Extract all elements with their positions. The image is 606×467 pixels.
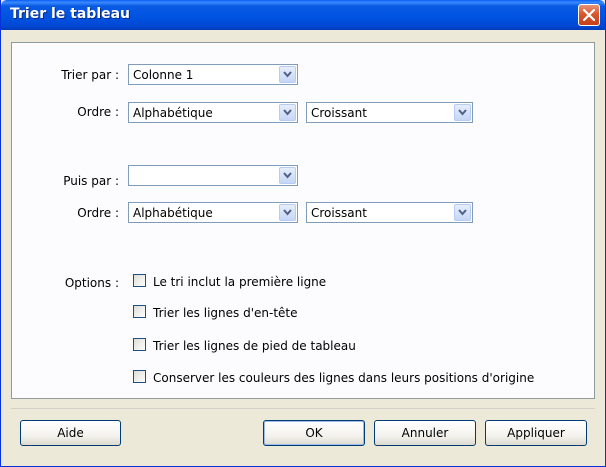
sort-footer-rows-checkbox[interactable] bbox=[133, 338, 146, 351]
chevron-down-icon[interactable] bbox=[279, 66, 296, 83]
sort-header-rows-checkbox[interactable] bbox=[133, 305, 146, 318]
help-button[interactable]: Aide bbox=[20, 420, 121, 446]
sort-by-column-value: Colonne 1 bbox=[133, 68, 194, 82]
order-label-1: Ordre : bbox=[77, 105, 119, 119]
order-label-2: Ordre : bbox=[77, 206, 119, 220]
chevron-down-icon[interactable] bbox=[454, 104, 471, 121]
sort-direction-select-2[interactable]: Croissant bbox=[306, 202, 473, 223]
footer-divider bbox=[11, 408, 595, 409]
then-by-label: Puis par : bbox=[63, 174, 119, 188]
sort-type-value-2: Alphabétique bbox=[133, 206, 213, 220]
sort-direction-value-1: Croissant bbox=[311, 106, 367, 120]
sort-type-select-2[interactable]: Alphabétique bbox=[128, 202, 298, 223]
sort-direction-value-2: Croissant bbox=[311, 206, 367, 220]
include-first-row-label[interactable]: Le tri inclut la première ligne bbox=[153, 275, 326, 289]
sort-table-dialog: Trier le tableau Trier par : Colonne 1 O… bbox=[0, 0, 606, 467]
chevron-down-icon[interactable] bbox=[279, 167, 296, 184]
close-icon bbox=[583, 9, 595, 21]
chevron-down-icon[interactable] bbox=[279, 104, 296, 121]
window-title: Trier le tableau bbox=[10, 6, 131, 22]
sort-footer-rows-label[interactable]: Trier les lignes de pied de tableau bbox=[153, 339, 356, 353]
close-button[interactable] bbox=[578, 4, 600, 26]
sort-direction-select-1[interactable]: Croissant bbox=[306, 102, 473, 123]
ok-button[interactable]: OK bbox=[263, 420, 365, 446]
title-bar[interactable]: Trier le tableau bbox=[1, 0, 605, 30]
cancel-button[interactable]: Annuler bbox=[374, 420, 476, 446]
sort-header-rows-label[interactable]: Trier les lignes d'en-tête bbox=[153, 306, 298, 320]
chevron-down-icon[interactable] bbox=[279, 204, 296, 221]
sort-type-select-1[interactable]: Alphabétique bbox=[128, 102, 298, 123]
include-first-row-checkbox[interactable] bbox=[133, 274, 146, 287]
apply-button[interactable]: Appliquer bbox=[485, 420, 587, 446]
sort-by-label: Trier par : bbox=[61, 68, 119, 82]
keep-row-colors-checkbox[interactable] bbox=[133, 370, 146, 383]
chevron-down-icon[interactable] bbox=[454, 204, 471, 221]
then-by-column-select[interactable] bbox=[128, 165, 298, 186]
keep-row-colors-label[interactable]: Conserver les couleurs des lignes dans l… bbox=[153, 371, 534, 385]
sort-by-column-select[interactable]: Colonne 1 bbox=[128, 64, 298, 85]
sort-type-value-1: Alphabétique bbox=[133, 106, 213, 120]
options-label: Options : bbox=[64, 276, 119, 290]
